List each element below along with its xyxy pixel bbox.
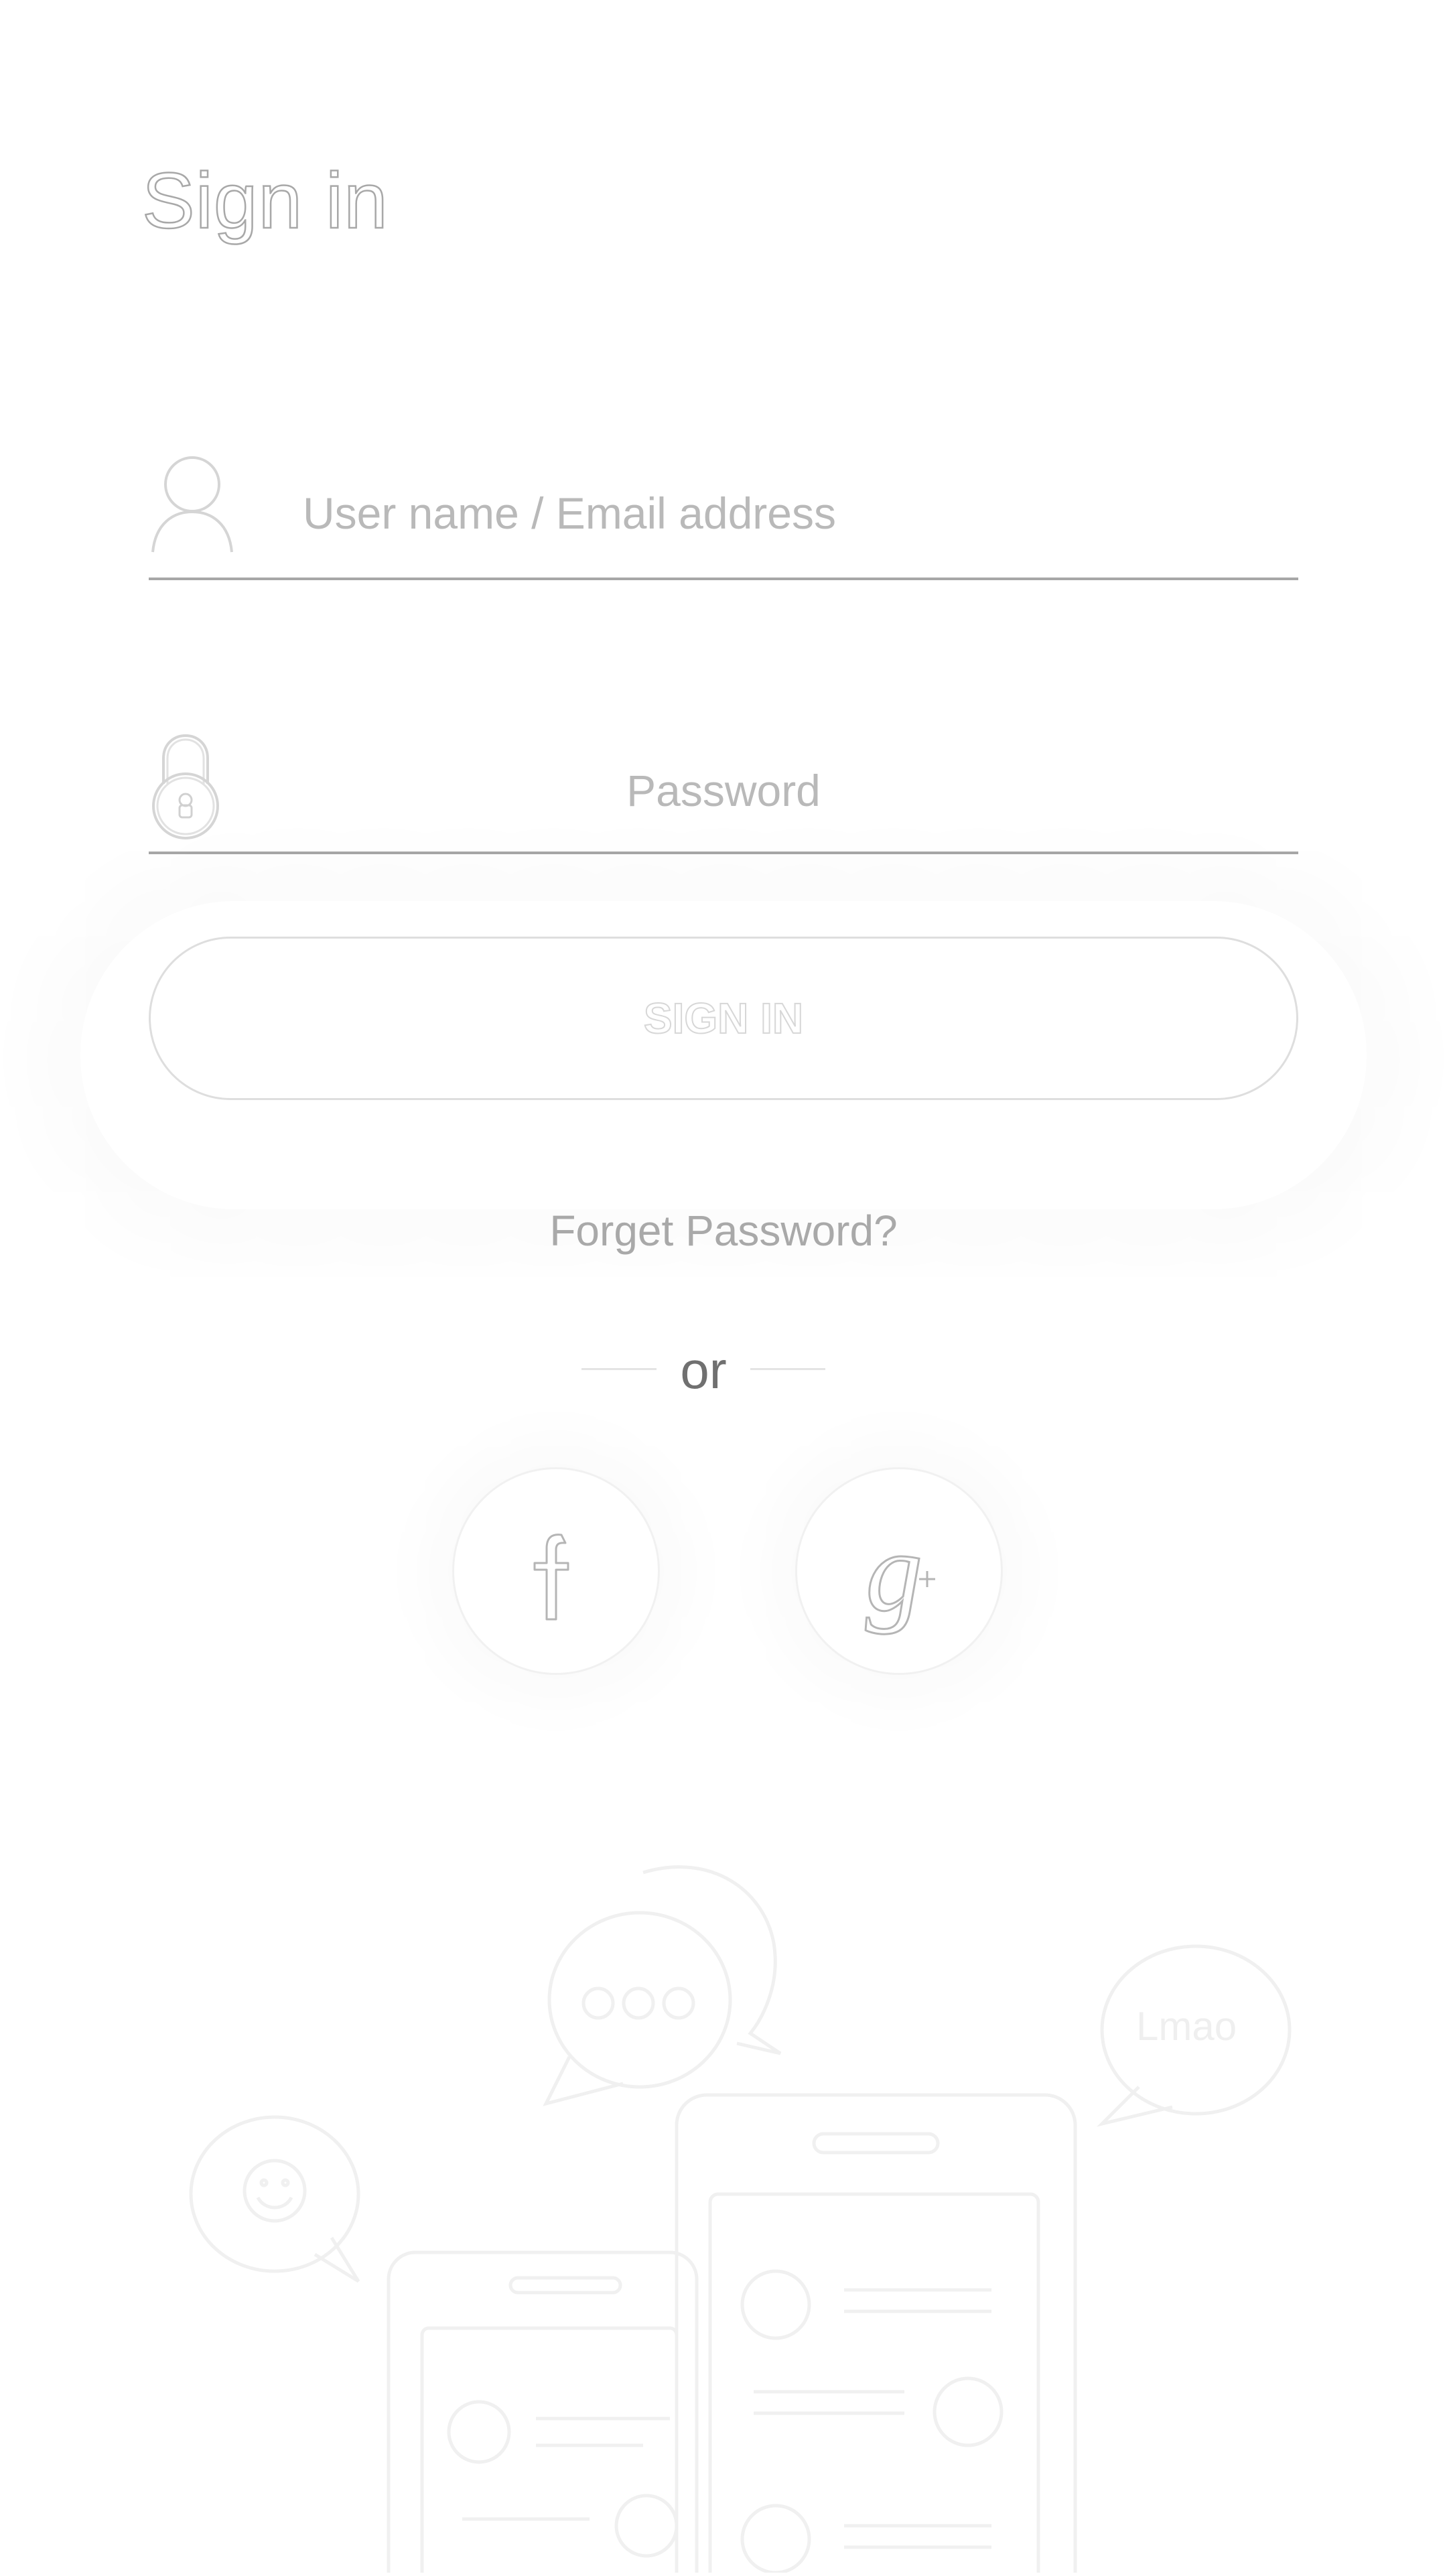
divider-line-left (581, 1368, 657, 1370)
username-placeholder: User name / Email address (303, 488, 836, 538)
password-field[interactable]: Password (149, 717, 1298, 854)
username-underline (149, 578, 1298, 580)
chat-bubble-text: Lmao (1136, 2004, 1237, 2049)
forgot-password-link[interactable]: Forget Password? (0, 1206, 1447, 1256)
or-label: or (680, 1341, 727, 1400)
or-divider: or (0, 1340, 1447, 1407)
facebook-button[interactable] (452, 1467, 660, 1675)
signin-button[interactable]: SIGN IN (149, 937, 1298, 1100)
chat-phones-illustration (0, 1809, 1447, 2576)
google-plus-button[interactable]: g (795, 1467, 1003, 1675)
password-underline (149, 852, 1298, 854)
divider-line-right (750, 1368, 825, 1370)
signin-page: Sign in User name / Email address Passwo… (0, 0, 1447, 2576)
svg-text:g: g (866, 1509, 922, 1635)
page-title: Sign in (141, 156, 389, 247)
password-placeholder: Password (626, 766, 821, 815)
username-field[interactable]: User name / Email address (149, 442, 1298, 580)
